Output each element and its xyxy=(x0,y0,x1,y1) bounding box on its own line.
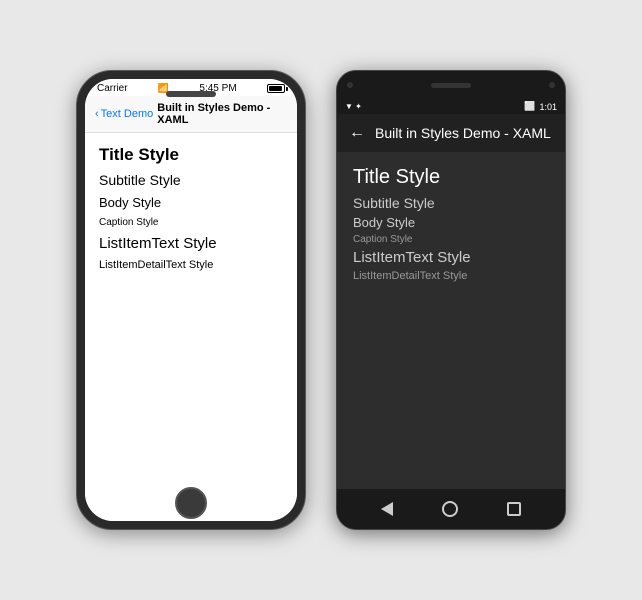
android-app-title: Built in Styles Demo - XAML xyxy=(375,125,551,141)
ios-nav-bar: ‹ Text Demo Built in Styles Demo - XAML xyxy=(85,96,297,133)
android-back-button[interactable] xyxy=(381,502,393,516)
android-title-style: Title Style xyxy=(353,166,549,189)
android-top-bar xyxy=(337,71,565,99)
ios-phone: Carrier 📶 5:45 PM ‹ Text Demo Built in S… xyxy=(76,70,306,530)
android-recent-button[interactable] xyxy=(507,502,521,516)
ios-battery-icon xyxy=(267,84,285,93)
ios-body-style: Body Style xyxy=(99,193,283,212)
android-time: 1:01 xyxy=(539,102,557,112)
android-camera xyxy=(347,82,353,88)
back-triangle-icon xyxy=(381,502,393,516)
ios-listitem-style: ListItemText Style xyxy=(99,233,283,254)
recent-square-icon xyxy=(507,502,521,516)
android-speaker xyxy=(431,83,471,88)
android-listitem-style: ListItemText Style xyxy=(353,249,549,266)
ios-home-button[interactable] xyxy=(175,487,207,519)
ios-nav-title: Built in Styles Demo - XAML xyxy=(157,102,287,126)
ios-battery-area xyxy=(267,84,285,93)
android-status-bar: ▼ ✦ ⬜ 1:01 xyxy=(337,99,565,114)
android-body-style: Body Style xyxy=(353,215,549,230)
android-screen: ▼ ✦ ⬜ 1:01 ← Built in Styles Demo - XAML… xyxy=(337,99,565,489)
ios-carrier: Carrier xyxy=(97,83,128,94)
home-circle-icon xyxy=(442,501,458,517)
android-home-button[interactable] xyxy=(442,501,458,517)
ios-speaker xyxy=(166,91,216,97)
android-subtitle-style: Subtitle Style xyxy=(353,195,549,211)
android-nav-bar xyxy=(337,489,565,529)
android-caption-style: Caption Style xyxy=(353,234,549,245)
android-camera-front xyxy=(549,82,555,88)
android-signal: ▼ ✦ xyxy=(345,102,362,111)
ios-screen: Carrier 📶 5:45 PM ‹ Text Demo Built in S… xyxy=(85,79,297,521)
ios-title-style: Title Style xyxy=(99,143,283,167)
ios-back-label: Text Demo xyxy=(101,108,154,120)
ios-back-button[interactable]: ‹ Text Demo xyxy=(95,108,153,120)
ios-caption-style: Caption Style xyxy=(99,215,283,230)
ios-content: Title Style Subtitle Style Body Style Ca… xyxy=(85,133,297,521)
android-listdetail-style: ListItemDetailText Style xyxy=(353,270,549,282)
android-phone: ▼ ✦ ⬜ 1:01 ← Built in Styles Demo - XAML… xyxy=(336,70,566,530)
battery-fill xyxy=(269,86,282,91)
ios-listdetail-style: ListItemDetailText Style xyxy=(99,257,283,273)
ios-subtitle-style: Subtitle Style xyxy=(99,170,283,190)
android-app-bar: ← Built in Styles Demo - XAML xyxy=(337,114,565,152)
android-content: Title Style Subtitle Style Body Style Ca… xyxy=(337,152,565,489)
ios-back-chevron: ‹ xyxy=(95,108,99,120)
android-battery-icon: ⬜ xyxy=(524,101,535,112)
android-back-arrow[interactable]: ← xyxy=(349,124,365,142)
